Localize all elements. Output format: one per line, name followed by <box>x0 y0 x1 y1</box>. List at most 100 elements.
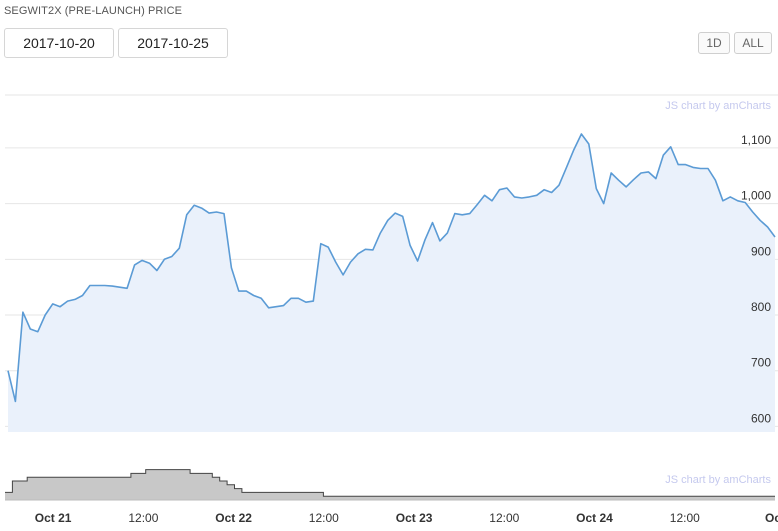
y-tick-label: 1,100 <box>741 133 771 147</box>
volume-panel[interactable] <box>5 469 775 501</box>
price-point <box>170 255 174 259</box>
price-point <box>296 296 300 300</box>
x-tick-label: 12:00 <box>670 511 700 525</box>
price-point <box>334 260 338 264</box>
price-point <box>378 231 382 235</box>
price-point <box>81 294 85 298</box>
price-point <box>162 257 166 261</box>
y-tick-label: 800 <box>751 300 771 314</box>
price-point <box>13 399 17 403</box>
x-tick-label: Oct 24 <box>576 511 613 525</box>
price-point <box>207 211 211 215</box>
price-point <box>498 188 502 192</box>
price-point <box>51 302 55 306</box>
price-point <box>326 245 330 249</box>
price-point <box>304 300 308 304</box>
price-point <box>222 212 226 216</box>
price-point <box>125 286 129 290</box>
price-point <box>28 327 32 331</box>
price-point <box>349 260 353 264</box>
price-point <box>766 225 770 229</box>
price-point <box>565 165 569 169</box>
price-point <box>587 142 591 146</box>
price-point <box>646 170 650 174</box>
price-point <box>185 213 189 217</box>
price-point <box>118 285 122 289</box>
price-point <box>527 195 531 199</box>
price-point <box>460 213 464 217</box>
price-point <box>758 218 762 222</box>
price-point <box>267 306 271 310</box>
main-chart-credit: JS chart by amCharts <box>665 100 771 112</box>
x-tick-label: 12:00 <box>128 511 158 525</box>
x-tick-label: Oct 22 <box>215 511 252 525</box>
price-point <box>572 148 576 152</box>
price-point <box>43 313 47 317</box>
volume-area <box>5 469 775 500</box>
price-point <box>699 167 703 171</box>
y-tick-label: 1,000 <box>741 189 771 203</box>
price-point <box>773 235 777 239</box>
price-point <box>274 305 278 309</box>
price-point <box>632 178 636 182</box>
price-point <box>200 206 204 210</box>
price-point <box>609 171 613 175</box>
scrollbar-chart-credit: JS chart by amCharts <box>665 474 771 486</box>
price-point <box>148 261 152 265</box>
price-point <box>557 183 561 187</box>
price-point <box>319 242 323 246</box>
price-point <box>341 273 345 277</box>
price-point <box>751 210 755 214</box>
price-point <box>728 195 732 199</box>
price-point <box>371 248 375 252</box>
price-point <box>393 211 397 215</box>
price-point <box>453 212 457 216</box>
price-point <box>624 185 628 189</box>
price-point <box>36 330 40 334</box>
price-point <box>676 163 680 167</box>
price-point <box>431 221 435 225</box>
price-point <box>721 199 725 203</box>
price-point <box>386 218 390 222</box>
price-point <box>66 299 70 303</box>
price-point <box>736 199 740 203</box>
price-point <box>520 196 524 200</box>
price-point <box>229 266 233 270</box>
price-point <box>594 187 598 191</box>
price-point <box>579 132 583 136</box>
price-point <box>21 310 25 314</box>
y-tick-label: 600 <box>751 411 771 425</box>
price-point <box>483 193 487 197</box>
price-area-fill <box>8 134 775 432</box>
price-point <box>535 193 539 197</box>
price-point <box>58 305 62 309</box>
price-point <box>706 167 710 171</box>
price-chart: 600 700 800 900 1,000 1,100 JS chart by amCha… <box>5 94 778 525</box>
price-point <box>684 163 688 167</box>
price-point <box>669 145 673 149</box>
price-point <box>155 269 159 273</box>
y-tick-label: 700 <box>751 356 771 370</box>
price-point <box>6 369 10 373</box>
price-point <box>423 238 427 242</box>
price-point <box>177 246 181 250</box>
price-point <box>542 188 546 192</box>
price-point <box>259 296 263 300</box>
price-point <box>282 304 286 308</box>
x-tick-label: 12:00 <box>309 511 339 525</box>
price-point <box>475 203 479 207</box>
price-point <box>252 294 256 298</box>
price-point <box>602 202 606 206</box>
price-point <box>416 259 420 263</box>
price-point <box>639 171 643 175</box>
x-tick-label: 12:00 <box>489 511 519 525</box>
price-point <box>713 178 717 182</box>
price-point <box>73 297 77 301</box>
price-point <box>133 263 137 267</box>
price-point <box>691 165 695 169</box>
price-point <box>490 199 494 203</box>
price-point <box>550 191 554 195</box>
x-tick-label: Oct <box>765 511 778 525</box>
price-point <box>289 296 293 300</box>
x-tick-label: Oct 23 <box>396 511 433 525</box>
